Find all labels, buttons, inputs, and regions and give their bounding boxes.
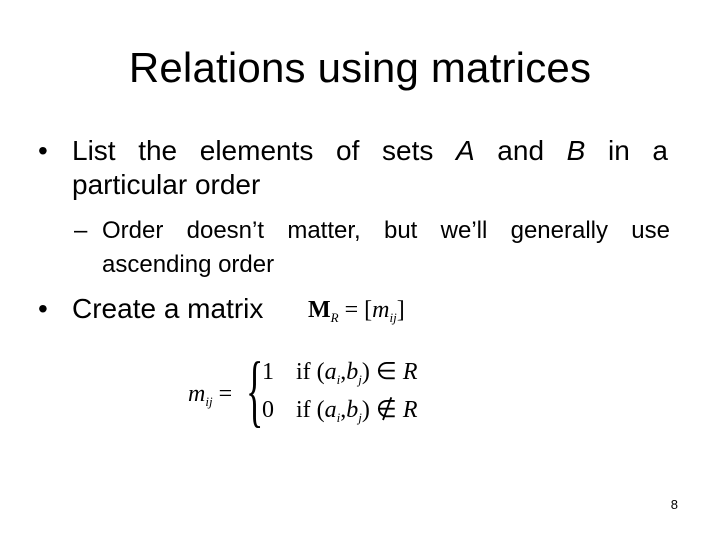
matrix-symbol: M <box>308 297 331 323</box>
paren-close: ) <box>361 359 370 385</box>
case-if: if <box>296 397 311 423</box>
piecewise-definition: mij = { 1 if (ai,bj) ∈ R 0 if (ai,bj) ∉ … <box>188 351 428 437</box>
element-a: a <box>324 397 337 423</box>
set-a-label: A <box>455 135 475 166</box>
bullet-line-2: particular order <box>72 169 261 200</box>
element-b: b <box>346 359 359 385</box>
entry-symbol: m <box>188 381 206 407</box>
piecewise-case-in: 1 if (ai,bj) ∈ R <box>262 357 418 388</box>
relation-symbol: R <box>402 397 418 423</box>
paren-close: ) <box>361 397 370 423</box>
relation-symbol: R <box>402 359 418 385</box>
page-number: 8 <box>670 497 678 512</box>
bullet-line-1: List the elements of sets A and B in a <box>72 134 668 168</box>
paren-open: ( <box>316 397 325 423</box>
set-b-label: B <box>566 135 586 166</box>
case-value: 0 <box>262 397 274 423</box>
bullet-text: List the elements of sets A and B in a p… <box>72 134 668 202</box>
case-value: 1 <box>262 359 274 385</box>
element-a: a <box>324 359 337 385</box>
matrix-definition-formula: MR = [mij] <box>308 293 405 335</box>
equals-sign: = <box>344 297 359 323</box>
slide: Relations using matrices • List the elem… <box>0 0 720 540</box>
sub-bullet-marker: – <box>74 217 88 244</box>
slide-title: Relations using matrices <box>128 44 592 91</box>
sub-bullet-line-2: ascending order <box>102 251 275 278</box>
left-brace: { <box>246 347 264 435</box>
bullet-marker: • <box>38 135 48 166</box>
entry-subscript: ij <box>389 310 397 325</box>
element-b: b <box>346 397 359 423</box>
paren-open: ( <box>316 359 325 385</box>
equals-sign: = <box>218 381 233 407</box>
piecewise-lhs: mij = <box>188 381 232 410</box>
open-bracket: [ <box>364 297 373 323</box>
matrix-subscript: R <box>330 310 339 325</box>
bullet-text: Create a matrix <box>72 293 264 324</box>
case-if: if <box>296 359 311 385</box>
bullet-list-elements: • List the elements of sets A and B in a… <box>38 134 668 202</box>
close-bracket: ] <box>396 297 405 323</box>
text-segment: and <box>474 135 567 166</box>
text-segment: in a <box>585 135 668 166</box>
sub-bullet-order: – Order doesn’t matter, but we’ll genera… <box>74 214 670 282</box>
not-element-of-symbol: ∉ <box>375 397 397 423</box>
bullet-create-matrix: • Create a matrix <box>38 292 318 326</box>
entry-subscript: ij <box>205 394 213 409</box>
element-of-symbol: ∈ <box>375 359 397 385</box>
piecewise-case-not-in: 0 if (ai,bj) ∉ R <box>262 395 418 426</box>
sub-bullet-line-1: Order doesn’t matter, but we’ll generall… <box>102 217 670 244</box>
entry-symbol: m <box>372 297 390 323</box>
sub-bullet-text: Order doesn’t matter, but we’ll generall… <box>102 214 670 282</box>
bullet-marker: • <box>38 293 48 324</box>
text-segment: List the elements of sets <box>72 135 456 166</box>
